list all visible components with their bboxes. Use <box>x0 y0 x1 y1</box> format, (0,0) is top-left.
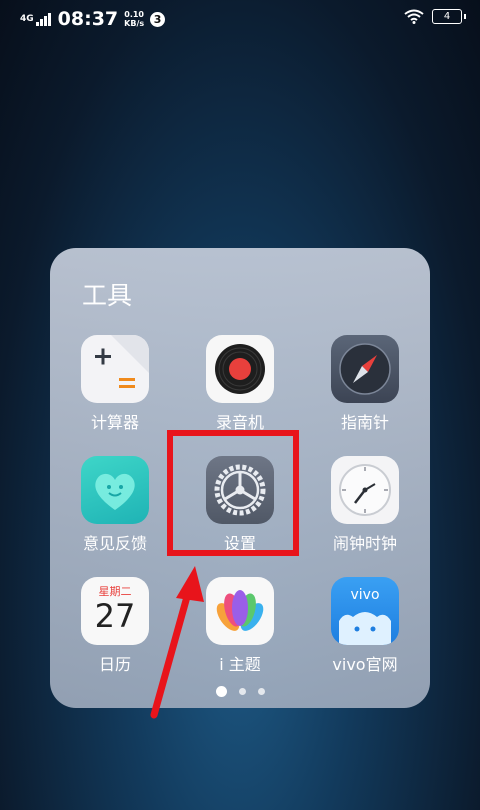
clock-icon <box>331 456 399 524</box>
clock-time: 08:37 <box>57 8 119 30</box>
folder-title[interactable]: 工具 <box>82 276 132 312</box>
speed-unit: KB/s <box>124 19 145 28</box>
calculator-icon <box>81 335 149 403</box>
feedback-heart-icon <box>81 456 149 524</box>
app-compass[interactable]: 指南针 <box>310 335 420 433</box>
app-vivo-store[interactable]: vivo vivo官网 <box>310 577 420 675</box>
app-label: 意见反馈 <box>82 534 147 553</box>
app-label: 计算器 <box>90 413 139 432</box>
app-feedback[interactable]: 意见反馈 <box>60 456 170 554</box>
calendar-icon: 星期二 27 <box>81 577 149 645</box>
page-indicator <box>50 686 430 697</box>
highlight-box <box>167 430 299 556</box>
status-bar: 4G 08:37 0.10 KB/s 3 4 <box>0 0 480 38</box>
page-dot[interactable] <box>238 688 246 695</box>
battery-level: 4 <box>443 11 451 22</box>
calendar-day: 27 <box>94 597 136 635</box>
wifi-icon <box>404 9 424 24</box>
network-type: 4G <box>20 13 34 24</box>
app-recorder[interactable]: 录音机 <box>185 335 295 433</box>
notification-badge: 3 <box>150 11 166 27</box>
network-speed: 0.10 KB/s <box>124 10 144 28</box>
compass-icon <box>331 335 399 403</box>
app-label: 闹钟时钟 <box>332 534 397 553</box>
app-calculator[interactable]: 计算器 <box>60 335 170 433</box>
signal-icon <box>35 12 52 26</box>
vivo-store-icon: vivo <box>331 577 399 645</box>
recorder-icon <box>206 335 274 403</box>
speed-value: 0.10 <box>124 10 144 19</box>
app-clock[interactable]: 闹钟时钟 <box>310 456 420 554</box>
page-dot[interactable] <box>257 688 265 695</box>
battery-icon: 4 <box>432 9 466 24</box>
red-arrow-annotation <box>150 566 204 719</box>
app-label: 指南针 <box>340 413 389 432</box>
app-label: vivo官网 <box>332 655 398 674</box>
